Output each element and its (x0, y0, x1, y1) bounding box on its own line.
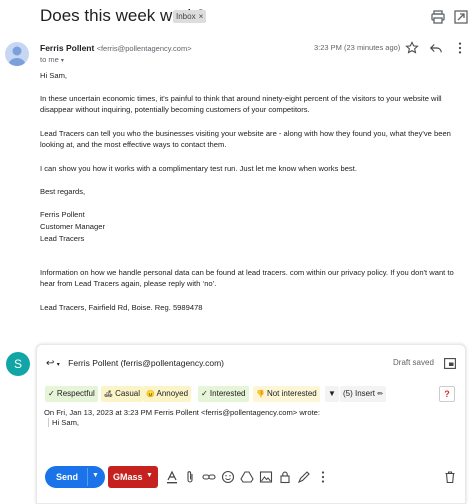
body-paragraph: Lead Tracers can tell you who the busine… (40, 129, 451, 149)
text-format-icon[interactable] (165, 470, 179, 484)
discard-draft-icon[interactable] (443, 470, 457, 484)
remove-label-icon[interactable]: × (199, 12, 204, 21)
body-greeting: Hi Sam, (40, 71, 68, 80)
pop-out-icon[interactable] (444, 358, 456, 369)
sender-name[interactable]: Ferris Pollent (40, 43, 94, 53)
insert-chip[interactable]: (5) Insert ✏ (340, 386, 387, 402)
signature-icon[interactable] (297, 470, 311, 484)
inbox-label-text: Inbox (176, 12, 196, 21)
annoyed-label: Annoyed (156, 389, 189, 398)
quoted-text: Hi Sam, (48, 418, 79, 427)
pencil-icon: ✏ (377, 391, 384, 398)
chevron-down-icon[interactable]: ▾ (61, 58, 64, 64)
not-interested-chip[interactable]: 👎 Not interested (253, 386, 320, 402)
annoyed-icon: 😠 (146, 391, 155, 398)
star-icon[interactable] (405, 41, 419, 55)
signature-title: Customer Manager (40, 222, 105, 231)
annoyed-chip[interactable]: 😠 Annoyed (143, 386, 192, 402)
print-icon[interactable] (430, 9, 446, 25)
company-address: Lead Tracers, Fairfield Rd, Boise. Reg. … (40, 303, 203, 312)
reply-recipient[interactable]: ↩ ▾ Ferris Pollent (ferris@pollentagency… (46, 358, 224, 369)
filter-chip[interactable]: ▼ (325, 386, 339, 402)
quote-header: On Fri, Jan 13, 2023 at 3:23 PM Ferris P… (44, 408, 321, 417)
insert-link-icon[interactable] (202, 470, 216, 484)
signature-name: Ferris Pollent (40, 210, 85, 219)
reply-icon[interactable] (429, 41, 443, 55)
send-label: Send (56, 472, 79, 482)
sender-email: <ferris@pollentagency.com> (96, 44, 192, 53)
respectful-chip[interactable]: ✓ Respectful (45, 386, 98, 402)
gmass-options-icon[interactable]: ▼ (146, 472, 153, 479)
inbox-label-chip[interactable]: Inbox × (173, 10, 207, 23)
sender-line: Ferris Pollent <ferris@pollentagency.com… (40, 43, 192, 53)
thumbs-down-icon: 👎 (256, 391, 265, 398)
body-paragraph: In these uncertain economic times, it's … (40, 94, 442, 114)
attach-icon[interactable] (183, 470, 197, 484)
casual-label: Casual (115, 389, 141, 398)
user-avatar[interactable]: S (6, 352, 30, 376)
more-options-icon[interactable] (316, 470, 330, 484)
casual-chip[interactable]: 🛋 Casual (101, 386, 144, 402)
signature-company: Lead Tracers (40, 234, 85, 243)
draft-status: Draft saved (393, 358, 434, 367)
confidential-mode-icon[interactable] (278, 470, 292, 484)
sender-avatar[interactable] (5, 42, 29, 66)
recipient-text: to me (40, 55, 59, 64)
chevron-down-icon[interactable]: ▾ (57, 362, 60, 368)
open-in-new-window-icon[interactable] (453, 9, 469, 25)
recipient-line[interactable]: to me ▾ (40, 55, 64, 64)
insert-photo-icon[interactable] (259, 470, 273, 484)
gmass-button[interactable]: GMass ▼ (108, 466, 158, 488)
body-signoff: Best regards, (40, 187, 86, 196)
reply-recipient-text: Ferris Pollent (ferris@pollentagency.com… (68, 358, 225, 368)
emoji-icon[interactable] (221, 470, 235, 484)
more-options-icon[interactable] (453, 41, 467, 55)
not-interested-label: Not interested (266, 389, 317, 398)
send-divider (87, 468, 88, 486)
casual-icon: 🛋 (104, 391, 113, 398)
body-paragraph: I can show you how it works with a compl… (40, 164, 357, 173)
insert-label: (5) Insert (343, 389, 376, 398)
email-date: 3:23 PM (23 minutes ago) (314, 43, 401, 52)
interested-chip[interactable]: ✓ Interested (198, 386, 249, 402)
send-options-icon[interactable]: ▼ (92, 472, 99, 479)
privacy-notice: Information on how we handle personal da… (40, 268, 454, 288)
reply-type-icon[interactable]: ↩ (46, 358, 54, 369)
gmass-label: GMass (113, 472, 143, 482)
send-button[interactable]: Send ▼ (45, 466, 105, 488)
help-button[interactable]: ? (439, 386, 455, 402)
google-drive-icon[interactable] (240, 470, 254, 484)
email-header: Does this week work? Inbox × (0, 0, 474, 36)
person-icon (8, 46, 26, 66)
